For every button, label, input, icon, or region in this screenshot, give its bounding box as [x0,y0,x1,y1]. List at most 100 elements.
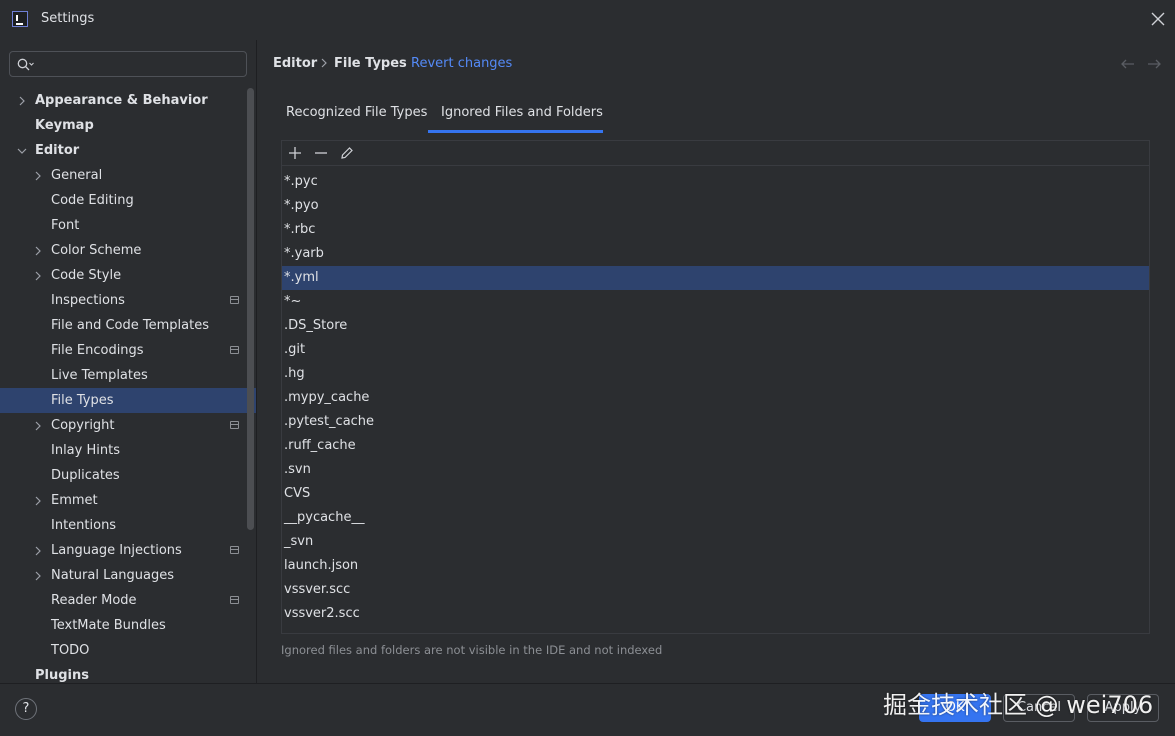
revert-changes-link[interactable]: Revert changes [411,56,512,71]
list-item[interactable]: __pycache__ [282,506,1149,530]
sidebar-item-label: TextMate Bundles [51,618,166,633]
sidebar-item-label: Live Templates [51,368,148,383]
sidebar-item-language-injections[interactable]: Language Injections [0,538,256,563]
sidebar-item-general[interactable]: General [0,163,256,188]
close-icon[interactable] [1149,10,1167,28]
sidebar-item-label: Duplicates [51,468,120,483]
sidebar-item-label: Emmet [51,493,98,508]
project-settings-icon [230,346,239,354]
list-item[interactable]: .svn [282,458,1149,482]
list-item[interactable]: .mypy_cache [282,386,1149,410]
sidebar-item-label: Inlay Hints [51,443,120,458]
sidebar-item-appearance-behavior[interactable]: Appearance & Behavior [0,88,256,113]
list-toolbar [282,141,1149,166]
list-item[interactable]: *.rbc [282,218,1149,242]
ignored-hint-text: Ignored files and folders are not visibl… [281,643,663,657]
active-tab-indicator [428,130,603,133]
sidebar-item-natural-languages[interactable]: Natural Languages [0,563,256,588]
sidebar-item-code-style[interactable]: Code Style [0,263,256,288]
sidebar-item-file-types[interactable]: File Types [0,388,256,413]
intellij-app-icon [12,11,28,27]
list-item[interactable]: CVS [282,482,1149,506]
sidebar-item-label: Keymap [35,118,94,133]
title-bar: Settings [0,0,1175,40]
sidebar-item-textmate-bundles[interactable]: TextMate Bundles [0,613,256,638]
help-button[interactable]: ? [15,698,37,720]
sidebar-item-todo[interactable]: TODO [0,638,256,663]
project-settings-icon [230,596,239,604]
chevron-right-icon[interactable] [33,546,43,556]
sidebar-item-label: General [51,168,103,183]
project-settings-icon [230,546,239,554]
chevron-right-icon[interactable] [33,421,43,431]
chevron-down-icon[interactable] [17,146,27,156]
sidebar-item-label: Inspections [51,293,125,308]
sidebar-item-file-encodings[interactable]: File Encodings [0,338,256,363]
ignored-files-list: *.pyc *.pyo *.rbc *.yarb *.yml *~ .DS_Store .gi… [282,170,1149,626]
sidebar-item-font[interactable]: Font [0,213,256,238]
sidebar-item-label: Natural Languages [51,568,175,583]
sidebar-item-label: File Types [51,393,114,408]
sidebar-item-label: Appearance & Behavior [35,93,208,108]
sidebar-item-intentions[interactable]: Intentions [0,513,256,538]
sidebar-item-inlay-hints[interactable]: Inlay Hints [0,438,256,463]
pencil-icon[interactable] [338,144,356,162]
plus-icon[interactable] [286,144,304,162]
sidebar-item-reader-mode[interactable]: Reader Mode [0,588,256,613]
chevron-right-icon [321,58,327,68]
chevron-right-icon[interactable] [33,246,43,256]
sidebar-item-code-editing[interactable]: Code Editing [0,188,256,213]
sidebar-item-label: Code Style [51,268,122,283]
list-item[interactable]: vssver2.scc [282,602,1149,626]
list-item[interactable]: .DS_Store [282,314,1149,338]
list-item[interactable]: launch.json [282,554,1149,578]
list-item[interactable]: *.yml [282,266,1149,290]
search-input[interactable] [9,51,247,77]
sidebar-item-inspections[interactable]: Inspections [0,288,256,313]
tab-ignored-files-and-folders[interactable]: Ignored Files and Folders [441,105,603,120]
chevron-right-icon[interactable] [33,571,43,581]
list-item[interactable]: *.yarb [282,242,1149,266]
sidebar-item-label: Intentions [51,518,117,533]
sidebar-item-duplicates[interactable]: Duplicates [0,463,256,488]
chevron-right-icon[interactable] [33,496,43,506]
watermark: 掘金技术社区 @ wei706 [883,691,1154,719]
forward-arrow-icon[interactable] [1146,58,1162,70]
chevron-right-icon[interactable] [33,171,43,181]
dialog-button-bar: ? OK Cancel Apply 掘金技术社区 @ wei706 [0,683,1175,736]
sidebar-item-label: Editor [35,143,80,158]
list-item[interactable]: .hg [282,362,1149,386]
minus-icon[interactable] [312,144,330,162]
sidebar-item-label: Reader Mode [51,593,137,608]
sidebar-item-label: Font [51,218,80,233]
sidebar-item-label: Copyright [51,418,115,433]
sidebar-scrollbar[interactable] [247,88,254,530]
chevron-right-icon[interactable] [17,96,27,106]
list-item[interactable]: .git [282,338,1149,362]
list-item[interactable]: .ruff_cache [282,434,1149,458]
search-icon [17,58,34,71]
list-item[interactable]: *.pyc [282,170,1149,194]
sidebar-item-label: File and Code Templates [51,318,209,333]
tab-recognized-file-types[interactable]: Recognized File Types [286,105,427,120]
list-item[interactable]: *~ [282,290,1149,314]
chevron-right-icon[interactable] [33,271,43,281]
sidebar-item-emmet[interactable]: Emmet [0,488,256,513]
list-item[interactable]: .pytest_cache [282,410,1149,434]
settings-tree: Appearance & Behavior Keymap Editor General… [0,88,256,688]
sidebar-item-label: Code Editing [51,193,134,208]
sidebar-item-copyright[interactable]: Copyright [0,413,256,438]
back-arrow-icon[interactable] [1120,58,1136,70]
breadcrumb-editor[interactable]: Editor [273,56,317,71]
sidebar-item-color-scheme[interactable]: Color Scheme [0,238,256,263]
sidebar-item-keymap[interactable]: Keymap [0,113,256,138]
sidebar-item-editor[interactable]: Editor [0,138,256,163]
list-item[interactable]: _svn [282,530,1149,554]
sidebar-item-live-templates[interactable]: Live Templates [0,363,256,388]
sidebar-item-label: File Encodings [51,343,144,358]
list-item[interactable]: vssver.scc [282,578,1149,602]
list-item[interactable]: *.pyo [282,194,1149,218]
settings-sidebar: Appearance & Behavior Keymap Editor General… [0,40,257,683]
sidebar-item-label: TODO [51,643,90,658]
sidebar-item-file-and-code-templates[interactable]: File and Code Templates [0,313,256,338]
